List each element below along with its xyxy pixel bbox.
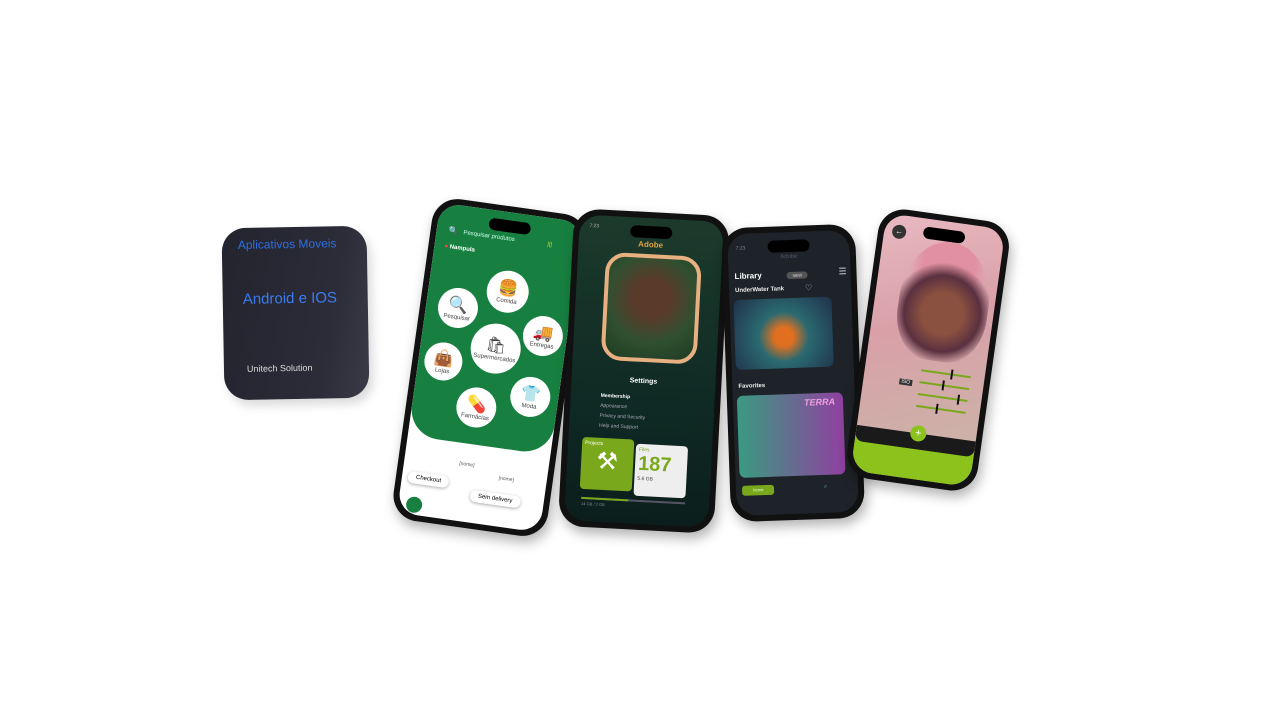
profile-photo [600, 251, 703, 365]
portrait-photo [890, 236, 997, 368]
checkout-chip[interactable]: Checkout [407, 471, 450, 489]
name-label: [nome] [498, 475, 515, 484]
promo-title: Aplicativos Moveis [237, 236, 337, 252]
app-title: Adobe [637, 239, 664, 250]
heart-icon[interactable]: ♡ [805, 283, 812, 292]
menu-help[interactable]: Help and Support [599, 421, 645, 433]
new-badge: NEW [786, 271, 809, 280]
menu-icon[interactable]: ☰ [838, 266, 846, 277]
adjust-slider[interactable] [920, 369, 971, 380]
section-title: Favorites [738, 382, 766, 390]
home-nav-button[interactable] [405, 495, 424, 514]
voice-icon[interactable]: ||| [547, 241, 552, 248]
section-title: UnderWater Tank [734, 286, 785, 294]
phone-library-app: 7:23 Adobe Library NEW ☰ UnderWater Tank… [720, 223, 866, 523]
adjust-slider[interactable] [917, 393, 968, 405]
storage-label: 14 GB / 2 GB [580, 500, 605, 508]
promo-company: Unitech Solution [246, 362, 313, 374]
library-heading: Library [734, 271, 762, 281]
nav-search-icon[interactable]: ⌕ [824, 484, 828, 491]
name-label: [nome] [458, 460, 475, 469]
status-time: 7:23 [589, 222, 600, 230]
location-pin-icon: ● [443, 243, 449, 250]
promo-platforms: Android e IOS [242, 289, 338, 308]
adjust-slider[interactable] [919, 380, 970, 391]
delivery-chip[interactable]: Sem delivery [469, 490, 521, 509]
projects-card[interactable]: Projects ⚒ [579, 436, 635, 492]
nav-home[interactable]: Home [741, 484, 775, 496]
app-title: Adobe [780, 253, 798, 261]
search-icon: 🔍 [448, 225, 460, 237]
files-card[interactable]: Files 187 5.6 GB [633, 443, 689, 499]
iso-label: ISO [898, 378, 913, 387]
phone-photo-editor-app: ← ISO + [843, 206, 1013, 494]
settings-heading: Settings [629, 377, 658, 386]
back-button[interactable]: ← [891, 223, 908, 240]
tools-icon: ⚒ [595, 447, 619, 476]
promo-card: Aplicativos Moveis Android e IOS Unitech… [221, 225, 370, 401]
underwater-tank-image[interactable] [733, 296, 834, 370]
adjust-slider[interactable] [915, 403, 966, 414]
status-time: 7:23 [735, 245, 746, 252]
phone-settings-app: 7:23 Adobe Settings Membership Appearanc… [557, 208, 731, 534]
favorite-terra-image[interactable]: TERRA [736, 392, 846, 478]
